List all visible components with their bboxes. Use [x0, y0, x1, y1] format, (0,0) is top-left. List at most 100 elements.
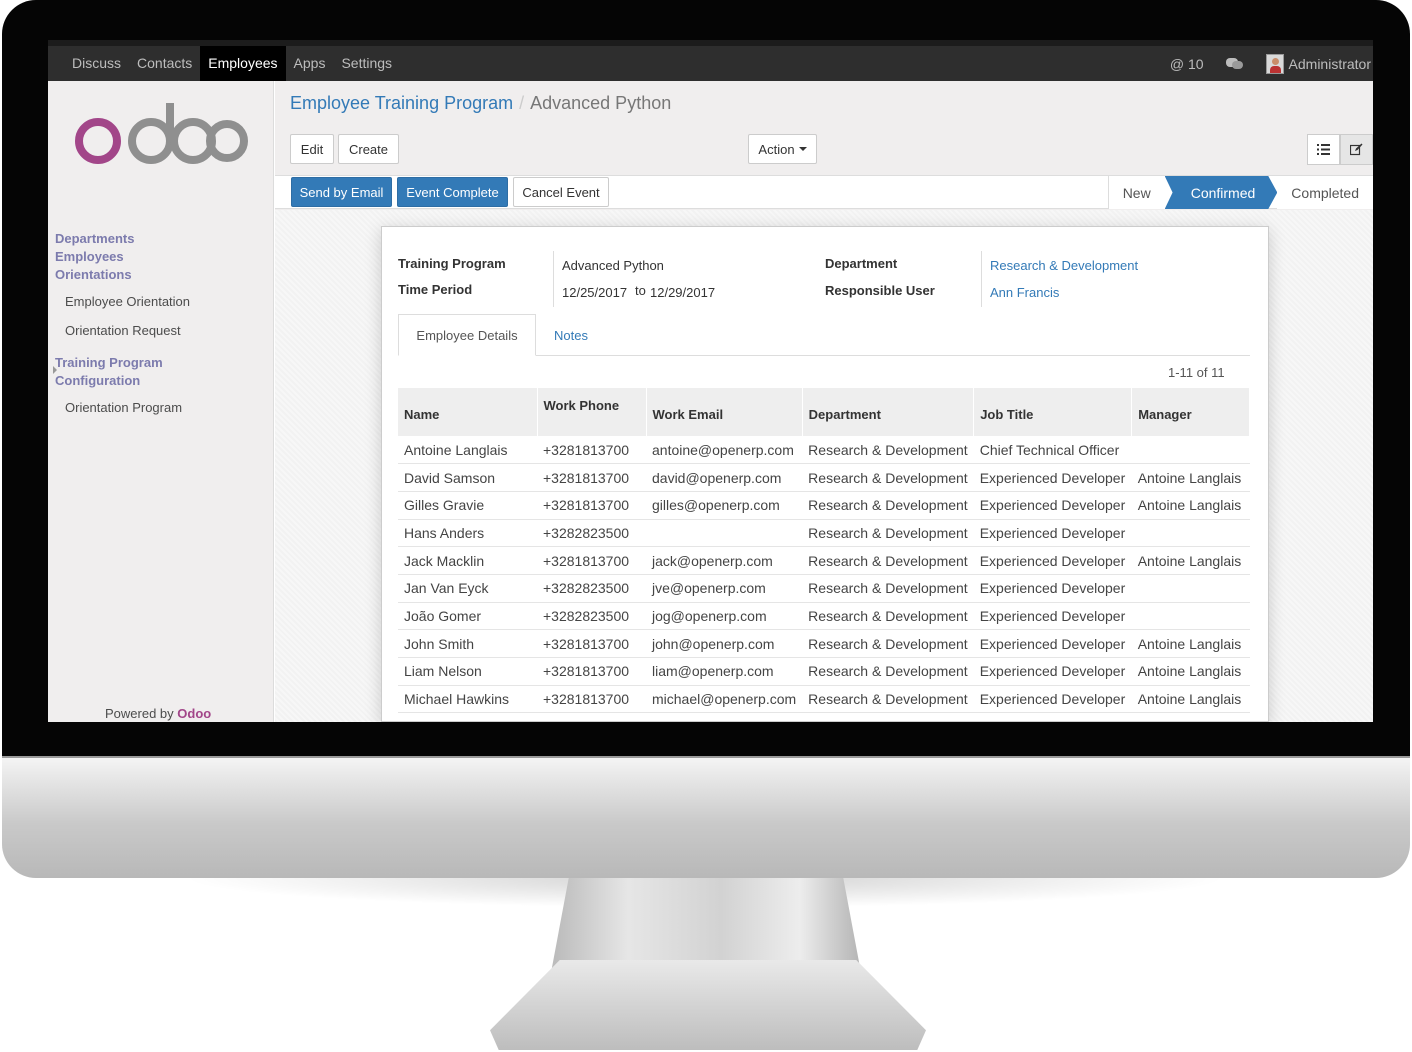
odoo-logo[interactable]	[73, 99, 248, 169]
monitor-chin	[2, 756, 1410, 878]
chat-button[interactable]	[1225, 57, 1244, 70]
mentions-counter[interactable]: @ 10	[1170, 56, 1204, 72]
nav-employees[interactable]: Employees	[200, 46, 286, 81]
cell-name: Hans Anders	[398, 519, 537, 548]
cell-work-phone: +3281813700	[537, 546, 646, 575]
list-view-button[interactable]	[1307, 134, 1340, 165]
department-label: Department	[825, 256, 898, 271]
cell-department: Research & Development	[802, 436, 974, 465]
cell-work-email	[646, 519, 803, 548]
column-department[interactable]: Department	[802, 388, 975, 436]
monitor-stand-base	[490, 960, 926, 1050]
cell-name: John Smith	[398, 629, 537, 658]
sidebar-orientation-request[interactable]: Orientation Request	[65, 323, 181, 338]
app-menu: Discuss Contacts Employees Apps Settings	[64, 46, 400, 81]
responsible-user-link[interactable]: Ann Francis	[990, 285, 1059, 300]
cell-job-title: Experienced Developer	[973, 629, 1132, 658]
cell-job-title: Experienced Developer	[973, 602, 1132, 631]
screen: Discuss Contacts Employees Apps Settings…	[48, 40, 1373, 722]
field-divider	[553, 251, 554, 307]
cell-department: Research & Development	[802, 491, 974, 520]
employee-table: Name Work Phone Work Email Department Jo…	[398, 388, 1250, 714]
action-dropdown[interactable]: Action	[748, 134, 817, 164]
systray: @ 10 Administrator	[1170, 46, 1373, 81]
sidebar-orientation-program[interactable]: Orientation Program	[65, 400, 182, 415]
cell-department: Research & Development	[802, 602, 974, 631]
sidebar-employee-orientation[interactable]: Employee Orientation	[65, 294, 190, 309]
cancel-event-button[interactable]: Cancel Event	[513, 177, 609, 207]
cell-job-title: Experienced Developer	[973, 657, 1132, 686]
nav-apps[interactable]: Apps	[286, 46, 334, 81]
cell-work-phone: +3282823500	[537, 519, 646, 548]
cell-department: Research & Development	[802, 519, 974, 548]
sidebar: Departments Employees Orientations Emplo…	[48, 81, 274, 722]
column-manager[interactable]: Manager	[1131, 388, 1250, 436]
nav-discuss[interactable]: Discuss	[64, 46, 129, 81]
edit-button[interactable]: Edit	[290, 134, 334, 164]
table-row[interactable]: Antoine Langlais +3281813700 antoine@opene…	[398, 436, 1250, 465]
sidebar-orientations[interactable]: Orientations	[55, 266, 132, 284]
training-program-label: Training Program	[398, 256, 506, 271]
cell-job-title: Experienced Developer	[973, 546, 1132, 575]
table-row[interactable]: João Gomer +3282823500 jog@openerp.com Rese…	[398, 602, 1250, 631]
cell-work-phone: +3281813700	[537, 657, 646, 686]
stage-completed[interactable]: Completed	[1277, 176, 1373, 209]
cell-work-email: antoine@openerp.com	[646, 436, 803, 465]
table-row[interactable]: David Samson +3281813700 david@openerp.com…	[398, 463, 1250, 492]
breadcrumb-current: Advanced Python	[530, 93, 672, 113]
table-row[interactable]: Hans Anders +3282823500 Research & Develop…	[398, 519, 1250, 548]
cell-work-phone: +3281813700	[537, 463, 646, 492]
cell-work-email: jog@openerp.com	[646, 602, 803, 631]
cell-work-phone: +3281813700	[537, 685, 646, 714]
cell-name: João Gomer	[398, 602, 537, 631]
department-link[interactable]: Research & Development	[990, 258, 1138, 273]
table-row[interactable]: Gilles Gravie +3281813700 gilles@openerp.c…	[398, 491, 1250, 520]
table-row[interactable]: Jan Van Eyck +3282823500 jve@openerp.com Re…	[398, 574, 1250, 603]
cell-name: Jack Macklin	[398, 546, 537, 575]
column-job-title[interactable]: Job Title	[973, 388, 1133, 436]
sidebar-configuration[interactable]: Configuration	[55, 372, 140, 390]
edit-icon	[1350, 143, 1363, 156]
cell-department: Research & Development	[802, 463, 974, 492]
breadcrumb: Employee Training Program / Advanced Pytho…	[290, 93, 671, 114]
tab-notes[interactable]: Notes	[554, 314, 588, 356]
list-icon	[1317, 144, 1330, 155]
cell-manager	[1131, 574, 1250, 603]
cell-department: Research & Development	[802, 574, 974, 603]
stage-confirmed[interactable]: Confirmed	[1164, 176, 1278, 209]
user-menu[interactable]: Administrator	[1265, 53, 1371, 74]
cell-work-phone: +3282823500	[537, 574, 646, 603]
send-by-email-button[interactable]: Send by Email	[291, 177, 392, 207]
table-row[interactable]: Michael Hawkins +3281813700 michael@opener…	[398, 685, 1250, 714]
cell-department: Research & Development	[802, 629, 974, 658]
table-row[interactable]: Jack Macklin +3281813700 jack@openerp.com R…	[398, 546, 1250, 575]
sidebar-employees[interactable]: Employees	[55, 248, 124, 266]
nav-contacts[interactable]: Contacts	[129, 46, 200, 81]
tab-employee-details[interactable]: Employee Details	[398, 314, 536, 356]
create-button[interactable]: Create	[338, 134, 399, 164]
form-view-button[interactable]	[1340, 134, 1373, 165]
cell-work-email: jack@openerp.com	[646, 546, 803, 575]
nav-settings[interactable]: Settings	[333, 46, 400, 81]
sidebar-training-program[interactable]: Training Program	[55, 354, 163, 372]
powered-by-brand[interactable]: Odoo	[177, 706, 211, 721]
table-row[interactable]: Liam Nelson +3281813700 liam@openerp.com Re…	[398, 657, 1250, 686]
cell-department: Research & Development	[802, 657, 974, 686]
breadcrumb-separator: /	[519, 93, 525, 113]
cell-work-phone: +3281813700	[537, 629, 646, 658]
column-work-email[interactable]: Work Email	[646, 388, 803, 436]
powered-by-label: Powered by	[105, 706, 174, 721]
statusbar: Send by Email Event Complete Cancel Even…	[275, 175, 1373, 209]
column-name[interactable]: Name	[398, 388, 538, 436]
column-work-phone[interactable]: Work Phone	[537, 388, 647, 436]
cell-name: Liam Nelson	[398, 657, 537, 686]
cell-work-email: david@openerp.com	[646, 463, 803, 492]
stage-new[interactable]: New	[1107, 176, 1177, 209]
event-complete-button[interactable]: Event Complete	[397, 177, 508, 207]
responsible-user-label: Responsible User	[825, 283, 935, 298]
cell-manager: Antoine Langlais	[1131, 629, 1250, 658]
table-row[interactable]: John Smith +3281813700 john@openerp.com Res…	[398, 629, 1250, 658]
breadcrumb-parent[interactable]: Employee Training Program	[290, 93, 513, 113]
to-label: to	[635, 283, 646, 298]
sidebar-departments[interactable]: Departments	[55, 230, 134, 248]
